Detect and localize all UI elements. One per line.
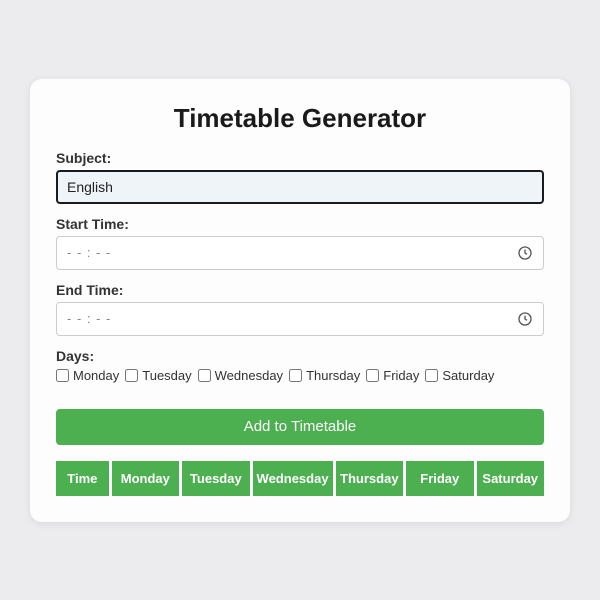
table-header-saturday: Saturday — [477, 461, 544, 496]
day-option-tuesday[interactable]: Tuesday — [125, 368, 191, 383]
subject-input[interactable] — [56, 170, 544, 204]
end-time-field: End Time: - - : - - — [56, 282, 544, 336]
start-time-field: Start Time: - - : - - — [56, 216, 544, 270]
day-option-friday[interactable]: Friday — [366, 368, 419, 383]
day-option-wednesday[interactable]: Wednesday — [198, 368, 283, 383]
table-header-wednesday: Wednesday — [253, 461, 333, 496]
subject-label: Subject: — [56, 150, 544, 166]
start-time-input[interactable]: - - : - - — [56, 236, 544, 270]
timetable-form-card: Timetable Generator Subject: Start Time:… — [30, 79, 570, 522]
checkbox-saturday[interactable] — [425, 369, 438, 382]
clock-icon — [517, 245, 533, 261]
table-header-monday: Monday — [112, 461, 179, 496]
day-option-saturday[interactable]: Saturday — [425, 368, 494, 383]
day-option-thursday[interactable]: Thursday — [289, 368, 360, 383]
day-label: Saturday — [442, 368, 494, 383]
add-to-timetable-button[interactable]: Add to Timetable — [56, 409, 544, 445]
checkbox-wednesday[interactable] — [198, 369, 211, 382]
day-option-monday[interactable]: Monday — [56, 368, 119, 383]
day-label: Friday — [383, 368, 419, 383]
table-header-time: Time — [56, 461, 109, 496]
days-field: Days: Monday Tuesday Wednesday Thursday … — [56, 348, 544, 383]
checkbox-thursday[interactable] — [289, 369, 302, 382]
start-time-placeholder: - - : - - — [67, 245, 111, 260]
day-label: Wednesday — [215, 368, 283, 383]
day-label: Monday — [73, 368, 119, 383]
page-title: Timetable Generator — [56, 103, 544, 134]
days-row: Monday Tuesday Wednesday Thursday Friday… — [56, 368, 544, 383]
clock-icon — [517, 311, 533, 327]
end-time-label: End Time: — [56, 282, 544, 298]
checkbox-friday[interactable] — [366, 369, 379, 382]
subject-field: Subject: — [56, 150, 544, 204]
end-time-placeholder: - - : - - — [67, 311, 111, 326]
day-label: Thursday — [306, 368, 360, 383]
end-time-input[interactable]: - - : - - — [56, 302, 544, 336]
day-label: Tuesday — [142, 368, 191, 383]
table-header-thursday: Thursday — [336, 461, 403, 496]
timetable-header-row: Time Monday Tuesday Wednesday Thursday F… — [56, 461, 544, 496]
table-header-friday: Friday — [406, 461, 473, 496]
table-header-tuesday: Tuesday — [182, 461, 249, 496]
checkbox-monday[interactable] — [56, 369, 69, 382]
checkbox-tuesday[interactable] — [125, 369, 138, 382]
days-label: Days: — [56, 348, 544, 364]
start-time-label: Start Time: — [56, 216, 544, 232]
